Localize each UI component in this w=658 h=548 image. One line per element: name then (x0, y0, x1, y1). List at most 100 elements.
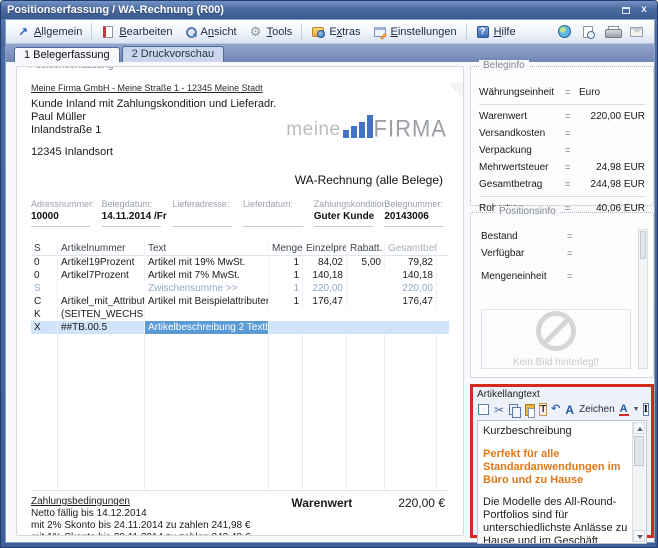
field-zahlungskondition[interactable]: Zahlungskondition: Guter Kunde (314, 199, 379, 227)
equals-sign: = (565, 87, 579, 97)
scrollbar-thumb[interactable] (640, 231, 646, 259)
address-line: Kunde Inland mit Zahlungskondition und L… (31, 98, 449, 111)
app-body: ↗ Allgemein Bearbeiten Ansicht ⚙ Tools E… (5, 19, 655, 543)
field-lieferadresse[interactable]: Lieferadresse: (172, 199, 237, 227)
langtext-scrollbar[interactable] (632, 422, 645, 542)
menu-allgemein[interactable]: ↗ Allgemein (10, 23, 88, 41)
info-row-verpackung: Verpackung = (479, 145, 645, 158)
field-belegdatum[interactable]: Belegdatum: 14.11.2014 /Fr (102, 199, 167, 227)
document-info-button[interactable] (580, 25, 596, 39)
scroll-up-arrow[interactable] (633, 422, 645, 434)
menu-hilfe[interactable]: ? Hilfe (470, 23, 522, 41)
menu-extras[interactable]: Extras (305, 23, 366, 41)
text-module-button[interactable]: T (539, 403, 547, 416)
equals-sign: = (565, 145, 579, 155)
paste-icon (525, 404, 535, 416)
character-format-icon[interactable]: A (564, 403, 575, 417)
zeichen-label[interactable]: Zeichen (579, 404, 615, 415)
payment-terms-line: mit 1% Skonto bis 29.11.2014 zu zahlen 2… (31, 532, 250, 536)
tab-belegerfassung[interactable]: 1 Belegerfassung (14, 47, 120, 63)
close-button[interactable]: x (637, 4, 651, 16)
positionsinfo-label: Positionsinfo (495, 206, 560, 217)
langtext-toolbar: ✂ T ↶ A Zeichen A ▼ I (477, 401, 647, 418)
undo-button[interactable]: ↶ (550, 403, 561, 417)
restore-icon (622, 7, 630, 14)
select-all-button[interactable] (477, 403, 490, 417)
artikellangtext-label: Artikellangtext (477, 389, 647, 400)
no-image-icon (536, 311, 576, 351)
table-row-selected[interactable]: X ##TB.00.5 Artikelbeschreibung 2 Textba… (31, 321, 449, 334)
copy-button[interactable] (508, 403, 521, 417)
document-title: WA-Rechnung (alle Belege) (31, 173, 449, 187)
warenwert-label: Warenwert (291, 496, 352, 510)
equals-sign: = (565, 111, 579, 121)
edit-page-icon (101, 25, 115, 39)
info-row-bestand: Bestand = (481, 231, 645, 244)
restore-button[interactable] (619, 4, 633, 16)
document-preview: Meine Firma GmbH - Meine Straße 1 - 1234… (17, 83, 463, 536)
equals-sign: = (565, 128, 579, 138)
positionsinfo-scrollbar[interactable] (638, 229, 648, 369)
equals-sign: = (565, 179, 579, 189)
langtext-content[interactable]: Kurzbeschreibung Perfekt für alle Standa… (478, 421, 646, 544)
payment-terms: Zahlungsbedingungen Netto fällig bis 14.… (31, 496, 250, 536)
langtext-editor[interactable]: Kurzbeschreibung Perfekt für alle Standa… (477, 420, 647, 544)
menu-bearbeiten[interactable]: Bearbeiten (95, 23, 178, 41)
document-fields: Adressnummer: 10000 Belegdatum: 14.11.20… (31, 199, 449, 227)
menubar-right-icons (556, 25, 650, 39)
company-logo: meine FIRMA (286, 115, 447, 139)
mail-icon (630, 27, 643, 37)
document-info-icon (583, 26, 593, 38)
info-row-versandkosten: Versandkosten = (479, 128, 645, 141)
menu-tools[interactable]: ⚙ Tools (243, 23, 299, 41)
beleginfo-panel: Beleginfo Währungseinheit = Euro Warenwe… (470, 66, 654, 206)
font-color-button[interactable]: A (618, 403, 630, 417)
print-button[interactable] (604, 25, 620, 39)
info-row-warenwert: Warenwert = 220,00 EUR (479, 111, 645, 124)
menu-einstellungen[interactable]: Einstellungen (367, 23, 463, 41)
payment-terms-line: Netto fällig bis 14.12.2014 (31, 508, 250, 520)
table-row[interactable]: C Artikel_mit_Attributen Artikel mit Bei… (31, 295, 449, 308)
content-area: Positionserfassung Meine Firma GmbH - Me… (6, 62, 654, 542)
table-row-subtotal[interactable]: S Zwischensumme >> 1 220,00 220,00 (31, 282, 449, 295)
globe-button[interactable] (556, 25, 572, 39)
artikellangtext-annotation: Artikellangtext ✂ T ↶ A Zeichen A ▼ (470, 384, 654, 538)
tab-druckvorschau[interactable]: 2 Druckvorschau (122, 46, 225, 62)
dropdown-caret-icon[interactable]: ▼ (633, 406, 640, 413)
extras-icon (311, 25, 325, 39)
tab-strip: 1 Belegerfassung 2 Druckvorschau (6, 44, 654, 62)
window-title: Positionserfassung / WA-Rechnung (R00) (7, 4, 615, 16)
field-adressnummer[interactable]: Adressnummer: 10000 (31, 199, 96, 227)
body-text: Die Modelle des All-Round-Portfolios sin… (483, 496, 628, 544)
positions-table: S Artikelnummer Text Menge Einzelpreis R… (31, 241, 449, 491)
equals-sign: = (567, 248, 581, 258)
equals-sign: = (567, 231, 581, 241)
page-curl-icon (450, 83, 463, 98)
menu-bar: ↗ Allgemein Bearbeiten Ansicht ⚙ Tools E… (6, 20, 654, 44)
scroll-down-arrow[interactable] (633, 530, 645, 542)
copy-icon (509, 404, 520, 416)
table-row[interactable]: 0 Artikel7Prozent Artikel mit 7% MwSt. 1… (31, 269, 449, 282)
field-lieferdatum[interactable]: Lieferdatum: (243, 199, 308, 227)
table-row[interactable]: K (SEITEN_WECHSEL) (31, 308, 449, 321)
paste-button[interactable] (524, 403, 536, 417)
payment-terms-title: Zahlungsbedingungen (31, 496, 250, 508)
scrollbar-thumb[interactable] (634, 436, 644, 466)
divider (479, 196, 645, 197)
table-row[interactable]: 0 Artikel19Prozent Artikel mit 19% MwSt.… (31, 256, 449, 269)
field-belegnummer[interactable]: Belegnummer: 20143006 (384, 199, 449, 227)
table-empty-area[interactable] (31, 334, 449, 491)
mail-button[interactable] (628, 25, 644, 39)
document-footer: Zahlungsbedingungen Netto fällig bis 14.… (31, 496, 449, 536)
positionserfassung-panel: Positionserfassung Meine Firma GmbH - Me… (16, 66, 464, 536)
italic-button[interactable]: I (643, 403, 649, 416)
select-icon (478, 404, 489, 415)
menu-ansicht[interactable]: Ansicht (179, 24, 243, 40)
info-row-waehrungseinheit: Währungseinheit = Euro (479, 87, 645, 100)
cut-button[interactable]: ✂ (493, 403, 505, 417)
menu-separator (91, 23, 92, 40)
menu-separator (301, 23, 302, 40)
title-bar: Positionserfassung / WA-Rechnung (R00) x (1, 1, 657, 19)
settings-window-icon (373, 25, 387, 39)
info-row-mehrwertsteuer: Mehrwertsteuer = 24,98 EUR (479, 162, 645, 175)
